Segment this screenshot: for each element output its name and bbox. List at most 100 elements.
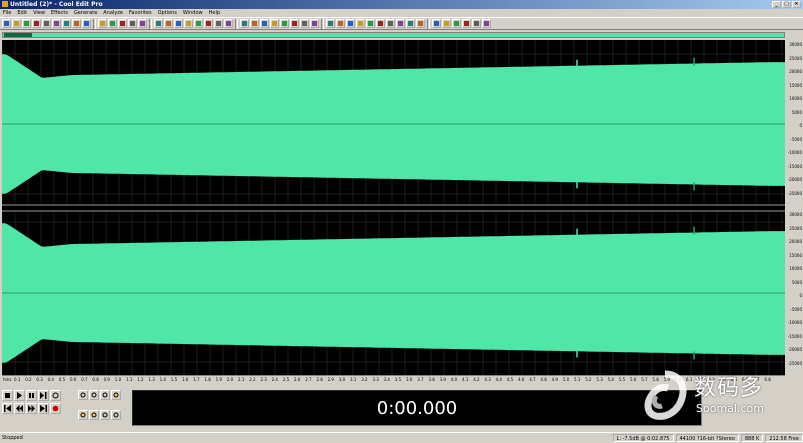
- maximize-button[interactable]: □: [782, 1, 791, 8]
- go-to-end-button[interactable]: [38, 403, 49, 414]
- fast-forward-button[interactable]: [26, 403, 37, 414]
- toolbar-tool-icon[interactable]: [300, 19, 309, 28]
- amplitude-tick-label: -15000: [787, 333, 802, 339]
- menu-window[interactable]: Window: [182, 10, 204, 16]
- menu-view[interactable]: View: [32, 10, 46, 16]
- amplitude-tick-label: 20000: [789, 69, 802, 74]
- toolbar-tool-icon[interactable]: [118, 19, 127, 28]
- menu-favorites[interactable]: Favorites: [128, 10, 153, 16]
- zoom-full-icon[interactable]: [100, 390, 110, 400]
- toolbar-tool-icon[interactable]: [98, 19, 107, 28]
- menu-generate[interactable]: Generate: [73, 10, 98, 16]
- toolbar-tool-icon[interactable]: [174, 19, 183, 28]
- toolbar-tool-icon[interactable]: [108, 19, 117, 28]
- zoom-in-vertical-icon[interactable]: [100, 409, 110, 420]
- waveform-display[interactable]: [2, 40, 785, 375]
- toolbar-tool-icon[interactable]: [42, 19, 51, 28]
- toolbar-tool-icon[interactable]: [240, 19, 249, 28]
- amplitude-tick-label: -20000: [787, 177, 802, 182]
- amplitude-tick-label: -25000: [787, 360, 802, 366]
- overview-thumb[interactable]: [4, 33, 32, 37]
- toolbar-tool-icon[interactable]: [12, 19, 21, 28]
- toolbar-tool-icon[interactable]: [32, 19, 41, 28]
- zoom-selection-icon[interactable]: [111, 390, 121, 400]
- toolbar-tool-icon[interactable]: [138, 19, 147, 28]
- play-button[interactable]: [14, 390, 25, 401]
- menu-edit[interactable]: Edit: [16, 10, 28, 16]
- toolbar-tool-icon[interactable]: [72, 19, 81, 28]
- toolbar-tool-icon[interactable]: [462, 19, 471, 28]
- minimize-button[interactable]: _: [772, 1, 781, 8]
- time-tick-label: 5.6: [630, 377, 637, 382]
- time-tick-label: 1.9: [215, 377, 222, 382]
- toolbar-tool-icon[interactable]: [336, 19, 345, 28]
- toolbar-tool-icon[interactable]: [366, 19, 375, 28]
- app-icon[interactable]: [2, 1, 8, 7]
- menu-effects[interactable]: Effects: [50, 10, 69, 16]
- status-text: Stopped: [2, 434, 23, 441]
- toolbar-tool-icon[interactable]: [346, 19, 355, 28]
- toolbar-tool-icon[interactable]: [52, 19, 61, 28]
- zoom-out-vertical-icon[interactable]: [111, 409, 121, 420]
- menu-analyze[interactable]: Analyze: [102, 10, 124, 16]
- time-tick-label: 4.9: [551, 377, 558, 382]
- toolbar-tool-icon[interactable]: [310, 19, 319, 28]
- toolbar-tool-icon[interactable]: [204, 19, 213, 28]
- toolbar-tool-icon[interactable]: [406, 19, 415, 28]
- zoom-left-icon[interactable]: [78, 409, 88, 420]
- play-to-end-button[interactable]: [38, 390, 49, 401]
- stop-button[interactable]: [2, 390, 13, 401]
- toolbar-tool-icon[interactable]: [224, 19, 233, 28]
- amplitude-tick-label: 30000: [789, 42, 802, 47]
- toolbar-tool-icon[interactable]: [482, 19, 491, 28]
- zoom-controls: [78, 390, 126, 428]
- menu-help[interactable]: Help: [208, 10, 221, 16]
- toolbar-tool-icon[interactable]: [396, 19, 405, 28]
- zoom-right-icon[interactable]: [89, 409, 99, 420]
- toolbar-tool-icon[interactable]: [472, 19, 481, 28]
- time-tick-label: 3.7: [417, 377, 424, 382]
- zoom-in-horizontal-icon[interactable]: [78, 390, 88, 400]
- menu-options[interactable]: Options: [157, 10, 178, 16]
- go-to-start-button[interactable]: [2, 403, 13, 414]
- amplitude-tick-label: 20000: [789, 239, 802, 244]
- toolbar-tool-icon[interactable]: [326, 19, 335, 28]
- toolbar-tool-icon[interactable]: [194, 19, 203, 28]
- toolbar-tool-icon[interactable]: [452, 19, 461, 28]
- toolbar-tool-icon[interactable]: [280, 19, 289, 28]
- toolbar-tool-icon[interactable]: [290, 19, 299, 28]
- toolbar-tool-icon[interactable]: [2, 19, 11, 28]
- toolbar-tool-icon[interactable]: [184, 19, 193, 28]
- status-bar: Stopped L: -7.5dB @ 0:02.875 44100 ?16-b…: [0, 432, 803, 442]
- rewind-button[interactable]: [14, 403, 25, 414]
- toolbar-tool-icon[interactable]: [154, 19, 163, 28]
- waveform-overview[interactable]: [2, 32, 785, 38]
- toolbar-tool-icon[interactable]: [260, 19, 269, 28]
- toolbar-tool-icon[interactable]: [128, 19, 137, 28]
- pause-button[interactable]: [26, 390, 37, 401]
- toolbar-tool-icon[interactable]: [22, 19, 31, 28]
- loop-button[interactable]: [50, 390, 61, 401]
- zoom-out-horizontal-icon[interactable]: [89, 390, 99, 400]
- time-tick-label: 4.1: [462, 377, 469, 382]
- toolbar-tool-icon[interactable]: [250, 19, 259, 28]
- close-button[interactable]: ×: [792, 1, 801, 8]
- watermark-chinese: 数码多: [694, 376, 764, 401]
- toolbar-tool-icon[interactable]: [386, 19, 395, 28]
- toolbar-tool-icon[interactable]: [270, 19, 279, 28]
- amplitude-tick-label: 10000: [789, 266, 802, 271]
- toolbar-tool-icon[interactable]: [214, 19, 223, 28]
- toolbar-tool-icon[interactable]: [82, 19, 91, 28]
- toolbar-tool-icon[interactable]: [356, 19, 365, 28]
- toolbar-tool-icon[interactable]: [442, 19, 451, 28]
- toolbar-tool-icon[interactable]: [164, 19, 173, 28]
- menu-file[interactable]: File: [2, 10, 12, 16]
- toolbar-tool-icon[interactable]: [62, 19, 71, 28]
- toolbar-tool-icon[interactable]: [376, 19, 385, 28]
- time-tick-label: 1.2: [137, 377, 144, 382]
- time-tick-label: 2.6: [294, 377, 301, 382]
- toolbar-tool-icon[interactable]: [416, 19, 425, 28]
- record-button[interactable]: [50, 403, 61, 414]
- time-tick-label: 4.0: [450, 377, 458, 382]
- toolbar-tool-icon[interactable]: [432, 19, 441, 28]
